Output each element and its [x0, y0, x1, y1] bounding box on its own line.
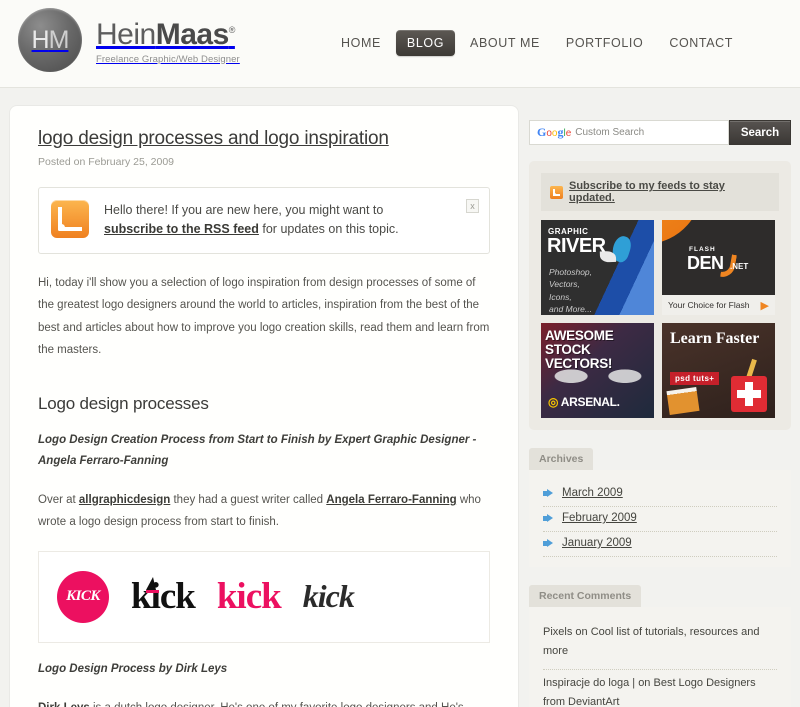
post-title[interactable]: logo design processes and logo inspirati… [38, 128, 389, 149]
widget-recent-comments: Recent Comments Pixels on Cool list of t… [529, 585, 791, 707]
brand-mark: ® [228, 24, 236, 35]
rss-icon [550, 185, 563, 199]
ad-flashden-cta: Your Choice for Flash ▶ [662, 295, 775, 315]
arrow-right-icon [543, 488, 554, 498]
kick-logo-badge: KICK [57, 570, 109, 623]
fish-icon [609, 234, 634, 264]
ad-graphicriver-large: RIVER [547, 235, 606, 257]
sidebar: Google Custom Search Search Subscribe to … [529, 120, 791, 707]
link-allgraphicdesign[interactable]: allgraphicdesign [79, 494, 170, 506]
nav-item-contact[interactable]: CONTACT [658, 30, 744, 56]
archive-link-march-2009[interactable]: March 2009 [562, 487, 623, 499]
logo-initial-h: H [31, 25, 50, 54]
photo-icon [666, 387, 700, 415]
item1-body: Over at allgraphicdesign they had a gues… [38, 489, 490, 534]
google-logo-icon: Google [537, 125, 572, 139]
post-content-card: logo design processes and logo inspirati… [10, 106, 518, 707]
arrow-right-icon: ▶ [760, 299, 769, 312]
ad-graphicriver-body: Photoshop, Vectors, Icons, and More... [549, 267, 593, 314]
feeds-and-ads-panel: Subscribe to my feeds to stay updated. G… [529, 161, 791, 430]
rss-subscribe-notice: Hello there! If you are new here, you mi… [38, 187, 490, 254]
ad-flashden-cta-label: Your Choice for Flash [668, 300, 750, 310]
link-angela-ferraro-fanning[interactable]: Angela Ferraro-Fanning [326, 494, 456, 506]
ad-flashden-large: DEN [687, 253, 724, 273]
ad-flashden-small: FLASH [689, 246, 716, 253]
item2-body-post: is a dutch logo designer, He's one of my… [38, 702, 464, 707]
widget-archives: Archives March 2009 February 2009 Januar… [529, 448, 791, 567]
ad-arsenal-brand: ◎ ARSENAL. [548, 395, 620, 409]
item2-subheading: Logo Design Process by Dirk Leys [38, 662, 228, 675]
item1-body-mid: they had a guest writer called [170, 493, 327, 506]
list-item[interactable]: Pixels on Cool list of tutorials, resour… [543, 619, 777, 670]
brand-tagline: Freelance Graphic/Web Designer [96, 53, 240, 65]
archive-link-february-2009[interactable]: February 2009 [562, 512, 637, 524]
ad-arsenal-title: AWESOME STOCK VECTORS! [545, 328, 614, 371]
rss-notice-line1: Hello there! If you are new here, you mi… [104, 203, 384, 217]
nav-item-blog[interactable]: BLOG [395, 30, 456, 56]
main-nav: HOME BLOG ABOUT ME PORTFOLIO CONTACT [330, 30, 744, 56]
widget-archives-title: Archives [529, 448, 594, 470]
search-button[interactable]: Search [729, 120, 791, 145]
kick-logo-italic: kick [302, 578, 355, 615]
rss-notice-text: Hello there! If you are new here, you mi… [104, 200, 399, 240]
link-dirk-leys[interactable]: Dirk Leys [38, 702, 90, 707]
ad-psdtuts-title: Learn Faster [670, 330, 760, 347]
item1-subheading: Logo Design Creation Process from Start … [38, 434, 477, 467]
ad-arsenal[interactable]: AWESOME STOCK VECTORS! ◎ ARSENAL. [541, 323, 654, 418]
brand-first: Hein [96, 17, 156, 51]
widget-archives-body: March 2009 February 2009 January 2009 [529, 470, 791, 567]
figure-kick-logos: KICK kick kick kick [38, 550, 490, 643]
site-logo[interactable]: HM HeinMaas® Freelance Graphic/Web Desig… [18, 8, 240, 72]
item2-body: Dirk Leys is a dutch logo designer, He's… [38, 697, 490, 707]
post-intro-paragraph: Hi, today i'll show you a selection of l… [38, 276, 490, 357]
list-item[interactable]: January 2009 [543, 532, 777, 557]
brand-title: HeinMaas® [96, 17, 240, 51]
brand-second: Maas [155, 17, 230, 51]
search-placeholder: Custom Search [575, 127, 645, 138]
logo-initial-m: M [48, 25, 70, 54]
subscribe-feed-bar[interactable]: Subscribe to my feeds to stay updated. [541, 173, 779, 211]
ad-flashden-suffix: .NET [730, 262, 749, 271]
rss-feed-icon [51, 200, 89, 238]
post-meta-date: Posted on February 25, 2009 [38, 156, 175, 168]
list-item[interactable]: March 2009 [543, 482, 777, 507]
subscribe-feed-link[interactable]: Subscribe to my feeds to stay updated. [569, 180, 770, 204]
section-heading-logo-design-processes: Logo design processes [38, 394, 209, 414]
ad-graphicriver[interactable]: GRAPHIC RIVER Photoshop, Vectors, Icons, an… [541, 220, 654, 315]
item1-body-pre: Over at [38, 493, 79, 506]
nav-item-about-me[interactable]: ABOUT ME [459, 30, 551, 56]
site-header: HM HeinMaas® Freelance Graphic/Web Desig… [0, 0, 800, 88]
list-item[interactable]: Inspiracje do loga | on Best Logo Design… [543, 670, 777, 707]
ad-psdtuts[interactable]: Learn Faster psd tuts+ [662, 323, 775, 418]
logo-mark-icon: HM [18, 8, 82, 72]
archive-link-january-2009[interactable]: January 2009 [562, 537, 632, 549]
kick-logo-heel: kick [131, 576, 196, 618]
widget-recent-comments-body: Pixels on Cool list of tutorials, resour… [529, 607, 791, 707]
list-item[interactable]: February 2009 [543, 507, 777, 532]
search-input[interactable]: Google Custom Search [529, 120, 729, 145]
close-icon[interactable]: x [466, 199, 479, 213]
nav-item-portfolio[interactable]: PORTFOLIO [555, 30, 654, 56]
google-custom-search: Google Custom Search Search [529, 120, 791, 145]
rss-notice-line2: for updates on this topic. [258, 222, 399, 237]
ad-flashden[interactable]: FLASH DEN .NET Your Choice for Flash ▶ [662, 220, 775, 315]
plus-cross-icon [731, 376, 767, 412]
kick-logo-pink: kick [216, 576, 282, 618]
ad-psdtuts-tag: psd tuts+ [670, 372, 720, 385]
nav-item-home[interactable]: HOME [330, 30, 392, 56]
widget-recent-comments-title: Recent Comments [529, 585, 642, 607]
rss-subscribe-link[interactable]: subscribe to the RSS feed [104, 222, 259, 236]
ad-grid: GRAPHIC RIVER Photoshop, Vectors, Icons, an… [541, 220, 779, 418]
arrow-right-icon [543, 513, 554, 523]
arrow-right-icon [543, 538, 554, 548]
logo-text: HeinMaas® Freelance Graphic/Web Designer [96, 16, 240, 65]
